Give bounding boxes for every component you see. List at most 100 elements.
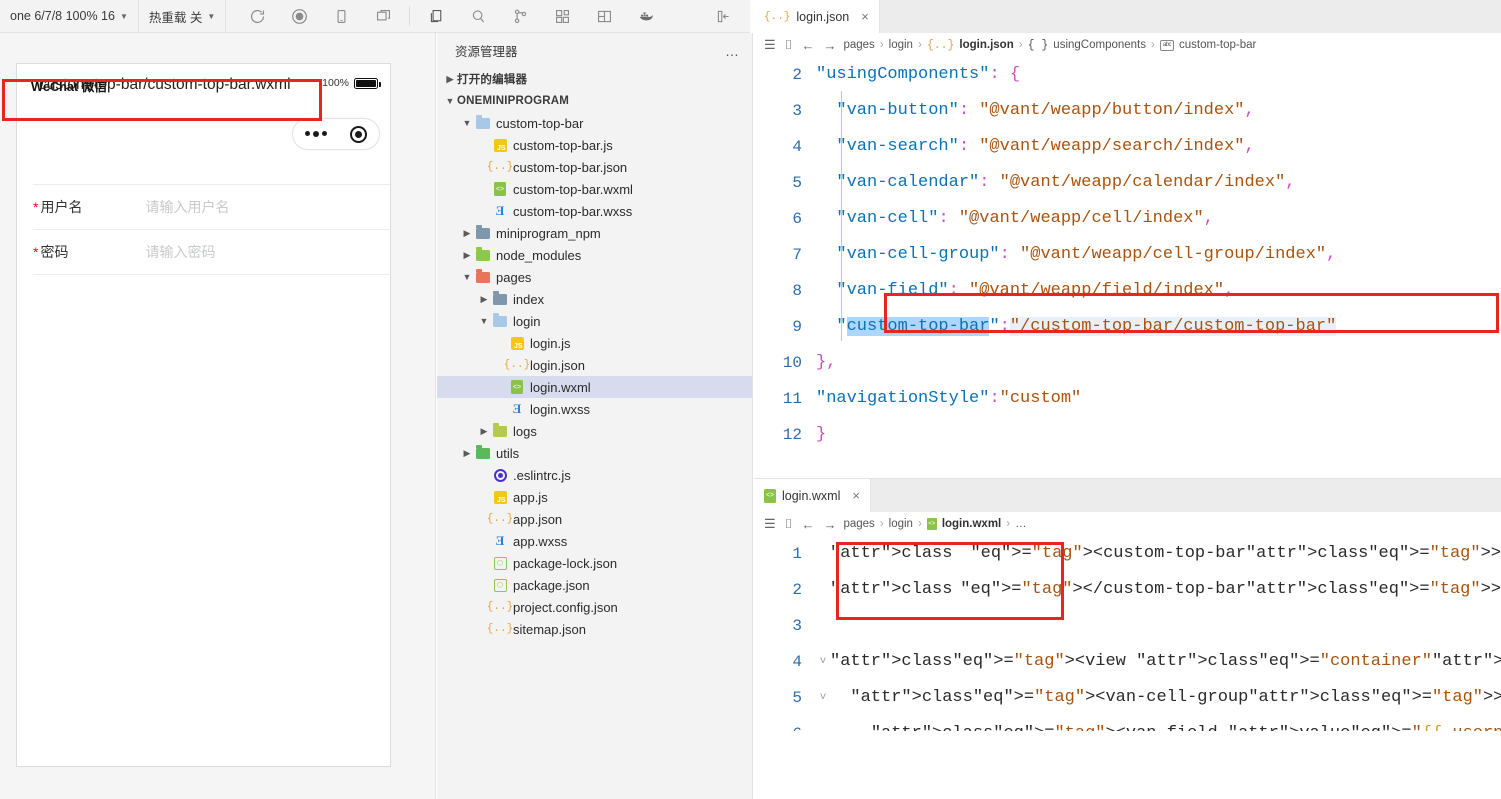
username-field-row[interactable]: * 用户名 请输入用户名 — [17, 185, 390, 229]
target-icon[interactable] — [350, 125, 368, 143]
bookmark-icon[interactable]: ⌷ — [783, 516, 795, 532]
tab-login-json[interactable]: {..} login.json × — [754, 0, 880, 33]
chevron-down-icon[interactable]: ▼ — [477, 316, 491, 326]
capsule-button[interactable] — [292, 118, 380, 150]
tree-item-login-json[interactable]: {..} login.json — [437, 354, 752, 376]
window-icon[interactable] — [362, 0, 404, 33]
tree-item-login[interactable]: ▼ login — [437, 310, 752, 332]
code-line[interactable]: 5v "attr">class "eq" >= "tag" ><van-cell-gro… — [754, 680, 1501, 716]
breadcrumb-file[interactable]: login.wxml — [942, 518, 1001, 530]
search-icon[interactable] — [457, 0, 499, 33]
tree-item-index[interactable]: ▶ index — [437, 288, 752, 310]
tree-item-custom-top-bar[interactable]: ▼ custom-top-bar — [437, 112, 752, 134]
code-area-login-json[interactable]: 2 "usingComponents": {3 "van-button": "@v… — [754, 57, 1501, 453]
open-editors-section[interactable]: ▶ 打开的编辑器 — [437, 68, 752, 90]
code-line[interactable]: 7 "van-cell-group": "@vant/weapp/cell-gr… — [754, 237, 1501, 273]
code-line[interactable]: 4 v "attr">class "eq" >= "tag" ><view "attr" >c… — [754, 644, 1501, 680]
tree-item-package-lock-json[interactable]: ⬡ package-lock.json — [437, 552, 752, 574]
tree-item-miniprogram_npm[interactable]: ▶ miniprogram_npm — [437, 222, 752, 244]
tree-item-custom-top-bar-wxss[interactable]: Ǝcustom-top-bar.wxss — [437, 200, 752, 222]
breadcrumb-key[interactable]: custom-top-bar — [1179, 39, 1256, 51]
forward-arrow-icon[interactable]: → — [821, 517, 838, 532]
explorer-more-icon[interactable]: … — [725, 43, 740, 59]
device-selector[interactable]: one 6/7/8 100% 16 ▼ — [0, 0, 139, 33]
phone-icon[interactable] — [320, 0, 362, 33]
layout-icon[interactable] — [583, 0, 625, 33]
chevron-right-icon[interactable]: ▶ — [460, 250, 474, 261]
list-icon[interactable]: ☰ — [762, 516, 778, 532]
tree-item-pages[interactable]: ▼ pages — [437, 266, 752, 288]
code-line[interactable]: 2 "usingComponents": { — [754, 57, 1501, 93]
breadcrumb-pages[interactable]: pages — [843, 39, 874, 51]
breadcrumb-login[interactable]: login — [889, 518, 913, 530]
extensions-icon[interactable] — [541, 0, 583, 33]
breadcrumb-ellipsis[interactable]: … — [1015, 518, 1027, 530]
code-line[interactable]: 4 "van-search": "@vant/weapp/search/inde… — [754, 129, 1501, 165]
refresh-icon[interactable] — [236, 0, 278, 33]
password-input[interactable]: 请输入密码 — [145, 242, 215, 262]
fold-toggle-icon[interactable]: v — [816, 680, 830, 716]
fold-toggle-icon[interactable] — [816, 536, 830, 572]
docker-icon[interactable] — [625, 0, 667, 33]
tree-item-app-wxss[interactable]: Ǝapp.wxss — [437, 530, 752, 552]
tree-item-node_modules[interactable]: ▶ node_modules — [437, 244, 752, 266]
code-line[interactable]: 12} — [754, 417, 1501, 453]
username-input[interactable]: 请输入用户名 — [145, 197, 229, 217]
tree-item-logs[interactable]: ▶ logs — [437, 420, 752, 442]
chevron-right-icon[interactable]: ▶ — [460, 448, 474, 459]
chevron-down-icon[interactable]: ▼ — [443, 96, 457, 106]
tab-login-wxml[interactable]: <> login.wxml × — [754, 479, 871, 512]
tree-item-app-js[interactable]: JS app.js — [437, 486, 752, 508]
chevron-right-icon[interactable]: ▶ — [477, 426, 491, 437]
chevron-down-icon[interactable]: ▼ — [460, 118, 474, 128]
tree-item-utils[interactable]: ▶ utils — [437, 442, 752, 464]
code-line[interactable]: 10}, — [754, 345, 1501, 381]
code-line[interactable]: 11 "navigationStyle":"custom" — [754, 381, 1501, 417]
breadcrumb-symbol[interactable]: usingComponents — [1053, 39, 1146, 51]
hotreload-selector[interactable]: 热重载 关 ▼ — [139, 0, 227, 33]
tree-item-app-json[interactable]: {..} app.json — [437, 508, 752, 530]
forward-arrow-icon[interactable]: → — [821, 38, 838, 53]
copy-icon[interactable] — [415, 0, 457, 33]
bookmark-icon[interactable]: ⌷ — [783, 37, 795, 53]
breadcrumb-pages[interactable]: pages — [843, 518, 874, 530]
password-field-row[interactable]: * 密码 请输入密码 — [17, 230, 390, 274]
code-line[interactable]: 3 "van-button": "@vant/weapp/button/inde… — [754, 93, 1501, 129]
code-line[interactable]: 2 "attr">class "eq" >= "tag" ></custom-top-ba… — [754, 572, 1501, 608]
project-section[interactable]: ▼ ONEMINIPROGRAM — [437, 90, 752, 112]
more-icon[interactable] — [304, 131, 327, 137]
code-line[interactable]: 5 "van-calendar": "@vant/weapp/calendar/… — [754, 165, 1501, 201]
list-icon[interactable]: ☰ — [762, 37, 778, 53]
record-icon[interactable] — [278, 0, 320, 33]
tree-item-login-wxss[interactable]: Ǝlogin.wxss — [437, 398, 752, 420]
tree-item-login-js[interactable]: JS login.js — [437, 332, 752, 354]
code-line[interactable]: 9 "custom-top-bar":"/custom-top-bar/cust… — [754, 309, 1501, 345]
close-icon[interactable]: × — [852, 488, 860, 503]
fold-toggle-icon[interactable]: v — [816, 644, 830, 680]
chevron-right-icon[interactable]: ▶ — [477, 294, 491, 305]
code-area-login-wxml[interactable]: 1 "attr">class "eq" >= "tag" ><custom-top-bar… — [754, 536, 1501, 731]
tree-item-package-json[interactable]: ⬡ package.json — [437, 574, 752, 596]
tree-item--eslintrc-js[interactable]: .eslintrc.js — [437, 464, 752, 486]
back-arrow-icon[interactable]: ← — [799, 38, 816, 53]
tree-item-login-wxml[interactable]: <> login.wxml — [437, 376, 752, 398]
tree-item-custom-top-bar-wxml[interactable]: <> custom-top-bar.wxml — [437, 178, 752, 200]
chevron-down-icon[interactable]: ▼ — [460, 272, 474, 282]
back-arrow-icon[interactable]: ← — [799, 517, 816, 532]
chevron-right-icon[interactable]: ▶ — [443, 74, 457, 85]
tree-item-custom-top-bar-json[interactable]: {..} custom-top-bar.json — [437, 156, 752, 178]
code-line[interactable]: 3 — [754, 608, 1501, 644]
fold-toggle-icon[interactable] — [816, 572, 830, 608]
tree-item-sitemap-json[interactable]: {..} sitemap.json — [437, 618, 752, 640]
breadcrumb-file[interactable]: login.json — [959, 39, 1013, 51]
close-icon[interactable]: × — [861, 9, 869, 24]
fold-toggle-icon[interactable] — [816, 716, 830, 731]
code-line[interactable]: 6 "attr">class"eq">="tag"><van-field "at… — [754, 716, 1501, 731]
git-branch-icon[interactable] — [499, 0, 541, 33]
fold-toggle-icon[interactable] — [816, 608, 830, 644]
toggle-panel-icon[interactable] — [702, 0, 744, 33]
breadcrumb-login[interactable]: login — [889, 39, 913, 51]
tree-item-custom-top-bar-js[interactable]: JS custom-top-bar.js — [437, 134, 752, 156]
code-line[interactable]: 1 "attr">class "eq" >= "tag" ><custom-top-bar… — [754, 536, 1501, 572]
code-line[interactable]: 8 "van-field": "@vant/weapp/field/index"… — [754, 273, 1501, 309]
